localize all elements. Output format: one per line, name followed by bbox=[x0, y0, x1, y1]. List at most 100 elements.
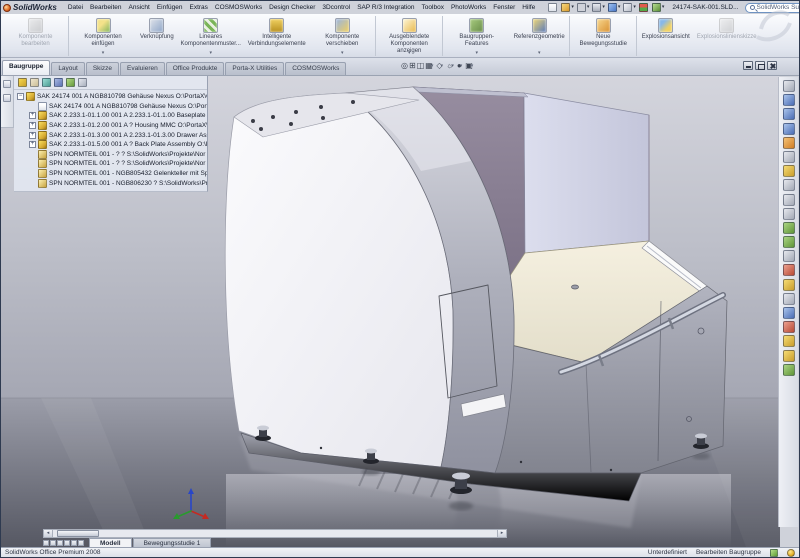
tree-item[interactable]: SPN NORMTEIL 001 - ? ? S:\SolidWorks\Pro… bbox=[14, 159, 207, 169]
options-icon[interactable]: ▾ bbox=[652, 3, 665, 12]
camera-view-icon[interactable] bbox=[783, 293, 795, 305]
configurationmanager-icon[interactable] bbox=[42, 78, 51, 87]
komponente-verschieben[interactable]: Komponente verschieben ▾ bbox=[310, 16, 376, 56]
apply-scene-icon[interactable] bbox=[783, 335, 795, 347]
komponenten-einf-gen[interactable]: Komponenten einfügen ▾ bbox=[70, 16, 136, 56]
rebuild-icon[interactable] bbox=[639, 3, 649, 12]
horizontal-scrollbar[interactable]: ◂ ▸ bbox=[43, 529, 507, 538]
menu-item[interactable]: COSMOSWorks bbox=[212, 3, 265, 12]
tree-item[interactable]: SPN NORMTEIL 001 - ? ? S:\SolidWorks\Pro… bbox=[14, 150, 207, 160]
appearance-icon[interactable]: ● ▾ bbox=[457, 61, 462, 71]
komponente-bearbeiten[interactable]: Komponente bearbeiten bbox=[3, 16, 69, 56]
cosmosworks[interactable]: COSMOSWorks bbox=[285, 62, 346, 75]
tree-item[interactable]: + SAK 2.233.1-01.1.00 001 A 2.233.1-01.1… bbox=[14, 111, 207, 121]
tree-expander[interactable] bbox=[29, 151, 36, 158]
menu-item[interactable]: Hilfe bbox=[519, 3, 538, 12]
tree-item[interactable]: SAK 24174 001 A NGB810798 Gehäuse Nexus … bbox=[14, 102, 207, 112]
baugruppe[interactable]: Baugruppe bbox=[2, 60, 50, 75]
third-party-tab-icon[interactable] bbox=[54, 78, 63, 87]
section-view-icon[interactable] bbox=[783, 264, 795, 276]
ausgeblendete-komponenten-anzeigen[interactable]: Ausgeblendete Komponenten anzeigen ▾ bbox=[377, 16, 443, 56]
zoom-in-out-icon[interactable] bbox=[783, 123, 795, 135]
explosionsansicht[interactable]: Explosionsansicht bbox=[638, 16, 694, 56]
shaded-with-edges-icon[interactable] bbox=[783, 222, 795, 234]
tree-expander[interactable]: + bbox=[29, 141, 36, 148]
zoom-to-area-icon[interactable] bbox=[783, 108, 795, 120]
panel-options-icon[interactable] bbox=[3, 94, 11, 102]
wireframe-icon[interactable] bbox=[783, 179, 795, 191]
scroll-right-arrow[interactable]: ▸ bbox=[497, 530, 506, 537]
doc-restore-button[interactable] bbox=[755, 61, 765, 70]
scroll-left-arrow[interactable]: ◂ bbox=[44, 530, 53, 537]
menu-item[interactable]: Design Checker bbox=[266, 3, 318, 12]
menu-item[interactable]: Fenster bbox=[490, 3, 518, 12]
motionmanager-button[interactable] bbox=[78, 540, 84, 546]
perspective-icon[interactable] bbox=[783, 307, 795, 319]
layout[interactable]: Layout bbox=[51, 62, 85, 75]
bewegungsstudie-1[interactable]: Bewegungsstudie 1 bbox=[133, 538, 212, 547]
tree-item[interactable]: − SAK 24174 001 A NGB810798 Gehäuse Nexu… bbox=[14, 92, 207, 102]
undo-icon[interactable]: ▾ bbox=[608, 3, 621, 12]
zoom-to-area-icon[interactable]: ⊞ bbox=[409, 61, 414, 71]
pan-icon[interactable] bbox=[783, 151, 795, 163]
custom-tab-icon[interactable] bbox=[78, 78, 87, 87]
zoom-to-fit-icon[interactable]: ◎ bbox=[401, 61, 406, 71]
hide-show-items-icon[interactable]: ☼ ▾ bbox=[446, 61, 454, 71]
menu-item[interactable]: Einfügen bbox=[154, 3, 186, 12]
menu-item[interactable]: Extras bbox=[187, 3, 211, 12]
shadows-in-shaded-mode-icon[interactable] bbox=[783, 250, 795, 262]
scene-icon[interactable]: ▣ ▾ bbox=[465, 61, 473, 71]
motionmanager-button[interactable] bbox=[71, 540, 77, 546]
motionmanager-button[interactable] bbox=[57, 540, 63, 546]
skizze[interactable]: Skizze bbox=[86, 62, 119, 75]
menu-item[interactable]: Toolbox bbox=[419, 3, 447, 12]
menu-item[interactable]: Ansicht bbox=[126, 3, 153, 12]
menu-item[interactable]: PhotoWorks bbox=[448, 3, 489, 12]
shaded-icon[interactable] bbox=[783, 236, 795, 248]
new-document-icon[interactable] bbox=[548, 3, 558, 12]
baugruppen-features[interactable]: Baugruppen-Features ▾ bbox=[444, 16, 510, 56]
section-view-icon[interactable]: ◫ bbox=[417, 61, 423, 71]
doc-close-button[interactable] bbox=[767, 61, 777, 70]
doc-minimize-button[interactable] bbox=[743, 61, 753, 70]
previous-view-icon[interactable] bbox=[783, 80, 795, 92]
intelligente-verbindungselemente[interactable]: Intelligente Verbindungselemente bbox=[244, 16, 310, 56]
edit-appearance-icon[interactable] bbox=[783, 321, 795, 333]
rotate-view-icon[interactable] bbox=[783, 137, 795, 149]
explosionslinienskizze[interactable]: Explosionslinienskizze bbox=[694, 16, 760, 56]
scrollbar-thumb[interactable] bbox=[57, 530, 99, 537]
menu-item[interactable]: Datei bbox=[65, 3, 86, 12]
office-produkte[interactable]: Office Produkte bbox=[166, 62, 225, 75]
porta-x-utilities[interactable]: Porta-X Utilities bbox=[225, 62, 284, 75]
menu-item[interactable]: SAP R/3 Integration bbox=[354, 3, 417, 12]
verkn-pfung[interactable]: Verknüpfung bbox=[136, 16, 178, 56]
tree-item[interactable]: + SAK 2.233.1-01.3.00 001 A 2.233.1-01.3… bbox=[14, 130, 207, 140]
tree-expander[interactable]: + bbox=[29, 122, 36, 129]
appearances-tab-icon[interactable] bbox=[66, 78, 75, 87]
lineares-komponentenmuster-[interactable]: Lineares Komponentenmuster... ▾ bbox=[178, 16, 244, 56]
print-icon[interactable]: ▾ bbox=[592, 3, 605, 12]
motionmanager-button[interactable] bbox=[50, 540, 56, 546]
display-style-icon[interactable]: ◇ ▾ bbox=[436, 61, 443, 71]
save-icon[interactable]: ▾ bbox=[577, 3, 590, 12]
tree-expander[interactable]: + bbox=[29, 132, 36, 139]
view-orientation-icon[interactable]: ▦ ▾ bbox=[425, 61, 433, 71]
neue-bewegungsstudie[interactable]: Neue Bewegungsstudie bbox=[571, 16, 637, 56]
hidden-lines-removed-icon[interactable] bbox=[783, 208, 795, 220]
menu-item[interactable]: 3Dcontrol bbox=[319, 3, 353, 12]
select-cursor-icon[interactable]: ▾ bbox=[623, 3, 636, 12]
open-document-icon[interactable]: ▾ bbox=[561, 3, 574, 12]
tree-expander[interactable] bbox=[29, 160, 36, 167]
hidden-lines-visible-icon[interactable] bbox=[783, 194, 795, 206]
quick-tips-icon[interactable] bbox=[787, 549, 795, 557]
tree-expander[interactable]: − bbox=[17, 93, 24, 100]
curvature-icon[interactable] bbox=[783, 364, 795, 376]
modell[interactable]: Modell bbox=[89, 538, 132, 547]
tree-expander[interactable] bbox=[29, 170, 36, 177]
zoom-to-fit-icon[interactable] bbox=[783, 94, 795, 106]
motionmanager-button[interactable] bbox=[64, 540, 70, 546]
tree-item[interactable]: SPN NORMTEIL 001 - NGB806230 ? S:\SolidW… bbox=[14, 178, 207, 188]
tree-item[interactable]: + SAK 2.233.1-01.5.00 001 A ? Back Plate… bbox=[14, 140, 207, 150]
standard-views-icon[interactable] bbox=[783, 165, 795, 177]
menu-item[interactable]: Bearbeiten bbox=[87, 3, 124, 12]
